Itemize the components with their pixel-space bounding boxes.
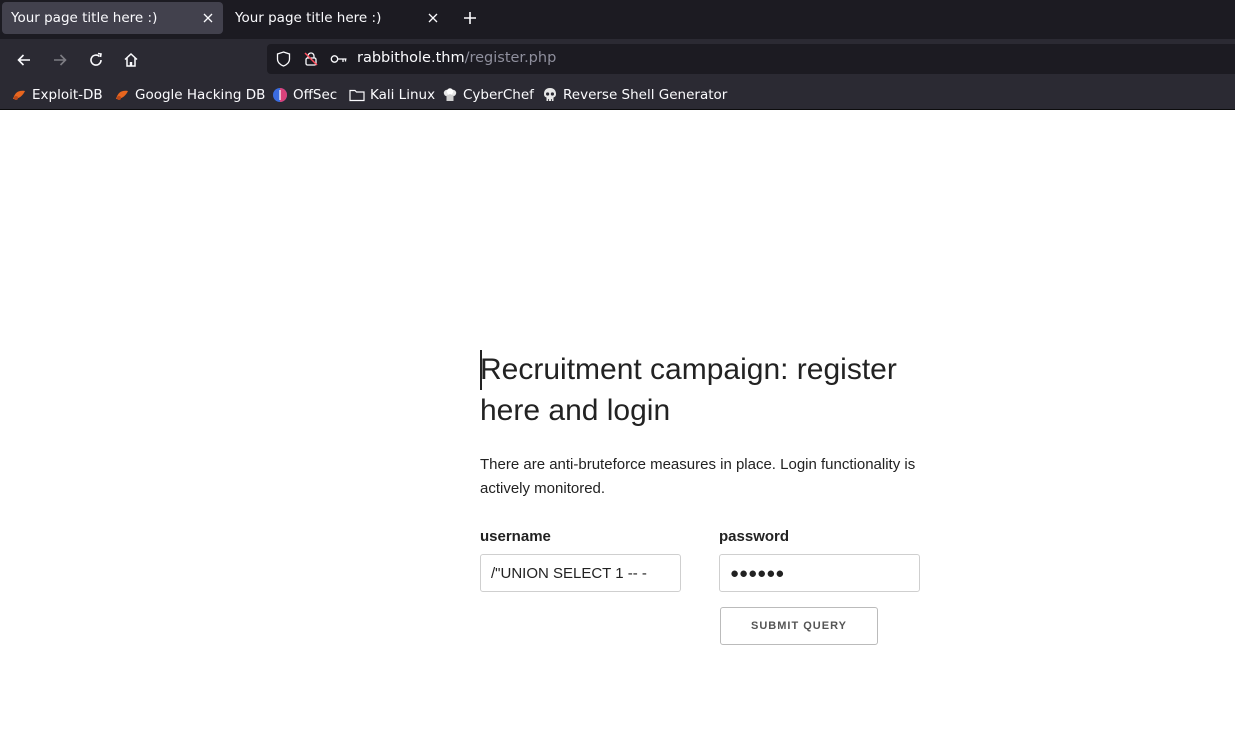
skull-icon xyxy=(542,87,558,103)
url-text[interactable]: rabbithole.thm/register.php xyxy=(357,50,556,66)
bookmark-label: Google Hacking DB xyxy=(135,87,266,103)
bookmark-reverse-shell-generator[interactable]: Reverse Shell Generator xyxy=(542,85,727,105)
bookmark-kali-linux-folder[interactable]: Kali Linux xyxy=(349,85,435,105)
key-icon[interactable] xyxy=(330,50,348,68)
password-mask: ●●●●●● xyxy=(730,564,785,582)
username-label: username xyxy=(480,528,551,545)
page-description: There are anti-bruteforce measures in pl… xyxy=(480,456,916,497)
password-input[interactable]: ●●●●●● xyxy=(719,554,920,592)
shield-icon[interactable] xyxy=(274,50,292,68)
reload-icon xyxy=(90,52,102,66)
exploit-db-icon xyxy=(11,87,27,103)
bookmark-label: Reverse Shell Generator xyxy=(563,87,728,103)
new-tab-button[interactable] xyxy=(458,6,482,30)
insecure-lock-icon[interactable] xyxy=(302,50,320,68)
reload-button[interactable] xyxy=(83,47,109,73)
page-title: Recruitment campaign: register here and … xyxy=(480,353,897,427)
bookmark-label: Exploit-DB xyxy=(32,87,103,103)
bookmark-offsec[interactable]: OffSec xyxy=(272,85,337,105)
tab-strip: Your page title here :) Your page title … xyxy=(0,0,1235,39)
bookmark-label: OffSec xyxy=(293,87,338,103)
forward-arrow-icon xyxy=(54,54,67,66)
url-host: rabbithole.thm xyxy=(357,50,465,66)
home-icon xyxy=(124,52,138,67)
bookmark-google-hacking-db[interactable]: Google Hacking DB xyxy=(114,85,265,105)
cyberchef-icon xyxy=(442,87,458,103)
tab-inactive[interactable]: Your page title here :) xyxy=(226,2,448,34)
page-content: Recruitment campaign: register here and … xyxy=(0,111,1235,740)
username-input[interactable]: /"UNION SELECT 1 -- - xyxy=(480,554,681,592)
tab-active[interactable]: Your page title here :) xyxy=(2,2,223,34)
bookmarks-toolbar: Exploit-DB Google Hacking DB OffSec Kali… xyxy=(0,80,1235,110)
bookmark-cyberchef[interactable]: CyberChef xyxy=(442,85,534,105)
tab-title: Your page title here :) xyxy=(235,10,382,26)
username-value: /"UNION SELECT 1 -- - xyxy=(491,564,647,582)
submit-button[interactable]: SUBMIT QUERY xyxy=(720,607,878,645)
tab-title: Your page title here :) xyxy=(11,10,158,26)
offsec-icon xyxy=(272,87,288,103)
url-path: /register.php xyxy=(464,50,557,66)
folder-icon xyxy=(349,87,365,103)
bookmark-label: Kali Linux xyxy=(370,87,436,103)
back-button[interactable] xyxy=(11,47,37,73)
back-arrow-icon xyxy=(17,54,30,66)
bookmark-label: CyberChef xyxy=(463,87,534,103)
home-button[interactable] xyxy=(118,47,144,73)
close-icon[interactable] xyxy=(197,7,219,29)
address-bar[interactable]: rabbithole.thm/register.php xyxy=(267,44,1235,74)
plus-icon xyxy=(464,12,476,24)
password-label: password xyxy=(719,528,790,545)
bookmark-exploit-db[interactable]: Exploit-DB xyxy=(11,85,103,105)
ghdb-icon xyxy=(114,87,130,103)
close-icon[interactable] xyxy=(422,7,444,29)
navigation-toolbar: rabbithole.thm/register.php xyxy=(0,39,1235,80)
forward-button[interactable] xyxy=(47,47,73,73)
